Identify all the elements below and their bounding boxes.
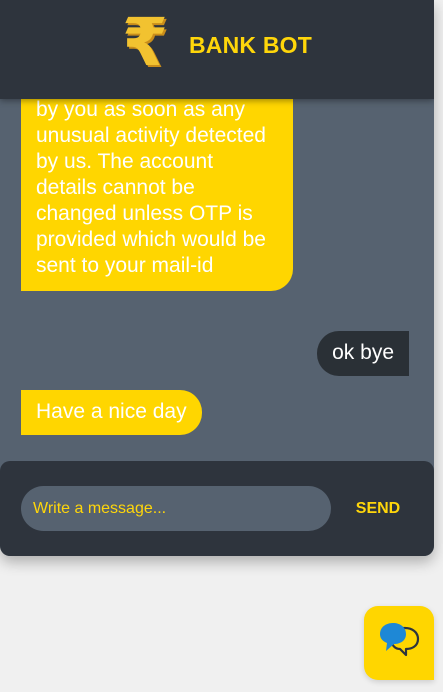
chat-bubbles-icon	[380, 623, 420, 657]
message-composer: SEND	[0, 461, 434, 556]
user-message: ok bye	[317, 331, 409, 376]
chat-launcher-button[interactable]	[364, 606, 434, 680]
chat-header: ₹ BANK BOT	[0, 0, 434, 99]
bot-message: Have a nice day	[21, 390, 202, 435]
send-button[interactable]: SEND	[346, 494, 410, 524]
bot-message: by you as soon as any unusual activity d…	[21, 99, 293, 291]
message-input[interactable]	[21, 486, 331, 531]
rupee-icon: ₹	[122, 4, 168, 81]
chat-title: BANK BOT	[189, 32, 312, 58]
chat-window: by you as soon as any unusual activity d…	[0, 0, 434, 556]
message-list[interactable]: by you as soon as any unusual activity d…	[0, 99, 434, 461]
